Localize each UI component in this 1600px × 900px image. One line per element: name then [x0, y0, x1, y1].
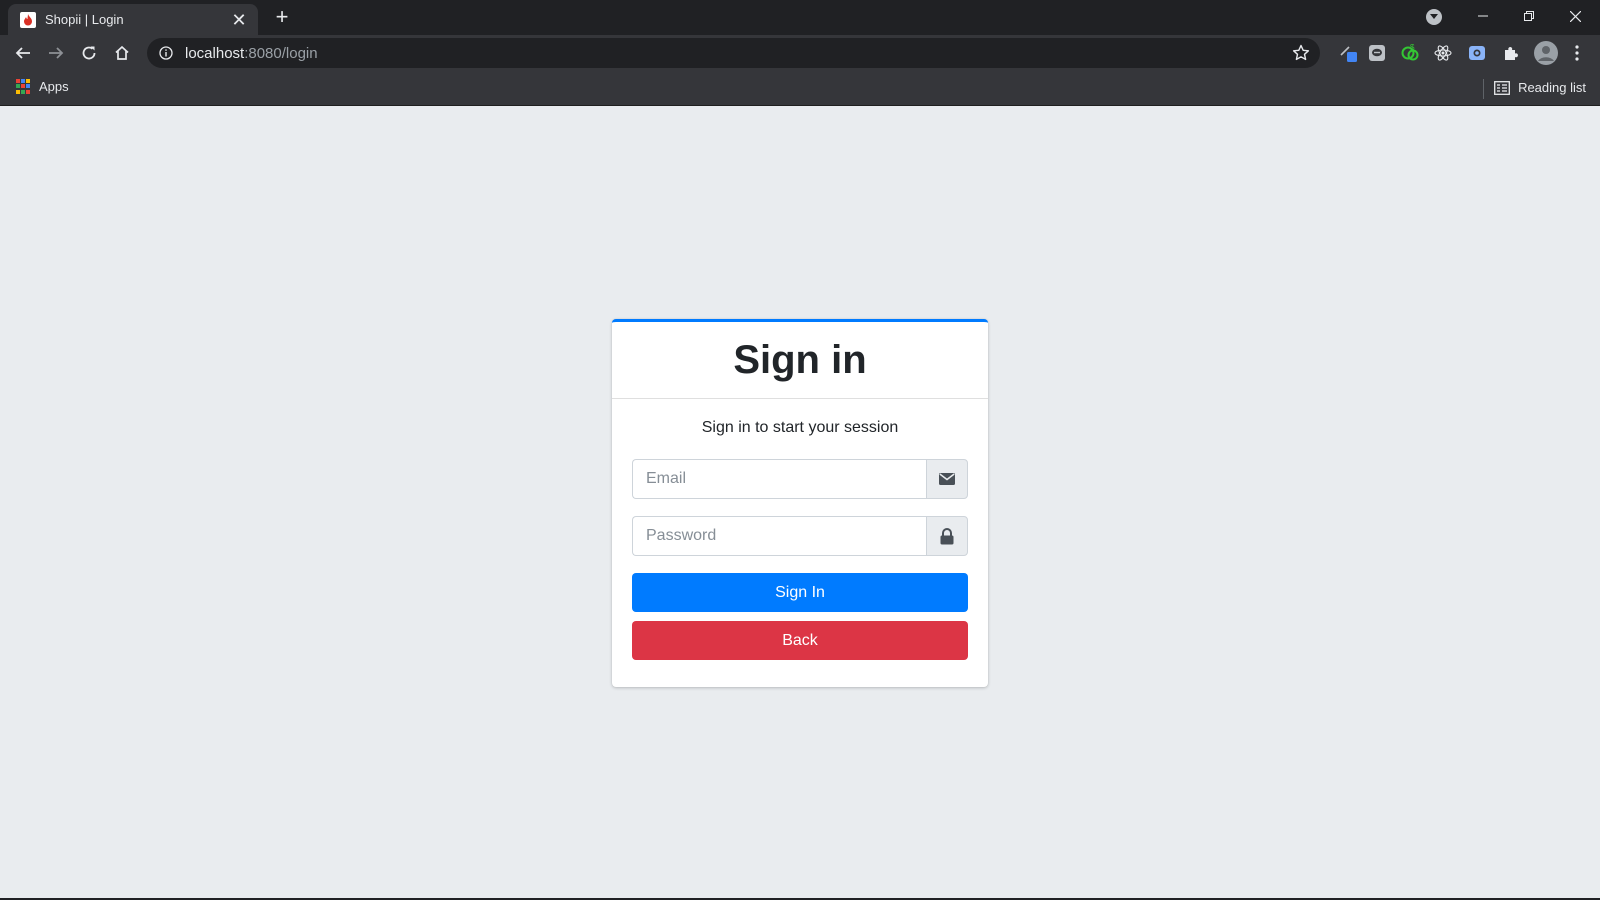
- url-host: localhost: [185, 44, 245, 62]
- email-input-group: [632, 459, 968, 499]
- url-path: :8080/login: [244, 44, 318, 62]
- tab-close-icon[interactable]: ✕: [230, 11, 248, 29]
- sign-in-button[interactable]: Sign In: [632, 573, 968, 612]
- tab-strip: Shopii | Login ✕ +: [0, 0, 1600, 35]
- forward-arrow-icon[interactable]: [44, 41, 68, 65]
- minimize-icon[interactable]: [1460, 0, 1506, 32]
- envelope-icon: [939, 473, 955, 485]
- bookmark-apps[interactable]: Apps: [16, 79, 69, 94]
- react-devtools-icon[interactable]: [1433, 43, 1453, 63]
- password-addon: [926, 516, 968, 556]
- svg-text:$: $: [1410, 43, 1415, 52]
- profile-avatar[interactable]: [1533, 40, 1559, 66]
- card-header: Sign in: [612, 322, 988, 399]
- pen-extension-icon[interactable]: [1339, 43, 1359, 63]
- password-field[interactable]: [632, 516, 926, 556]
- reload-icon[interactable]: [77, 41, 101, 65]
- site-info-icon[interactable]: [159, 46, 173, 60]
- tab-title: Shopii | Login: [45, 12, 124, 27]
- login-message: Sign in to start your session: [701, 419, 899, 436]
- shopii-favicon-icon: [20, 11, 36, 28]
- extensions-puzzle-icon[interactable]: [1501, 43, 1521, 63]
- apps-grid-icon: [16, 79, 31, 94]
- card-body: Sign in to start your session Sign In Ba…: [612, 399, 988, 680]
- password-input-group: [632, 516, 968, 556]
- reading-list-icon: [1494, 80, 1511, 95]
- chat-extension-icon[interactable]: [1367, 43, 1387, 63]
- tab-search-icon[interactable]: [1426, 9, 1442, 25]
- green-extension-icon[interactable]: $: [1400, 43, 1420, 63]
- email-field[interactable]: [632, 459, 926, 499]
- back-button[interactable]: Back: [632, 621, 968, 660]
- back-arrow-icon[interactable]: [11, 41, 35, 65]
- new-tab-button[interactable]: +: [270, 6, 294, 30]
- browser-tab[interactable]: Shopii | Login ✕: [8, 4, 258, 35]
- screen-capture-extension-icon[interactable]: [1467, 43, 1487, 63]
- browser-menu-icon[interactable]: [1568, 43, 1586, 63]
- lock-icon: [940, 527, 954, 544]
- apps-label: Apps: [39, 79, 69, 94]
- browser-toolbar: localhost:8080/login $: [0, 35, 1600, 71]
- url-text: localhost:8080/login: [185, 45, 318, 62]
- page-title: Sign in: [733, 337, 867, 382]
- address-bar[interactable]: localhost:8080/login: [147, 38, 1320, 68]
- login-card: Sign in Sign in to start your session Si…: [612, 319, 988, 687]
- bookmarks-divider: [1483, 79, 1484, 99]
- reading-list-button[interactable]: Reading list: [1494, 80, 1586, 95]
- bookmarks-bar: Apps Reading list: [0, 71, 1600, 106]
- close-window-icon[interactable]: [1552, 0, 1598, 32]
- reading-list-label: Reading list: [1518, 80, 1586, 95]
- email-addon: [926, 459, 968, 499]
- bookmark-star-icon[interactable]: [1292, 44, 1310, 62]
- restore-icon[interactable]: [1506, 0, 1552, 32]
- home-icon[interactable]: [110, 41, 134, 65]
